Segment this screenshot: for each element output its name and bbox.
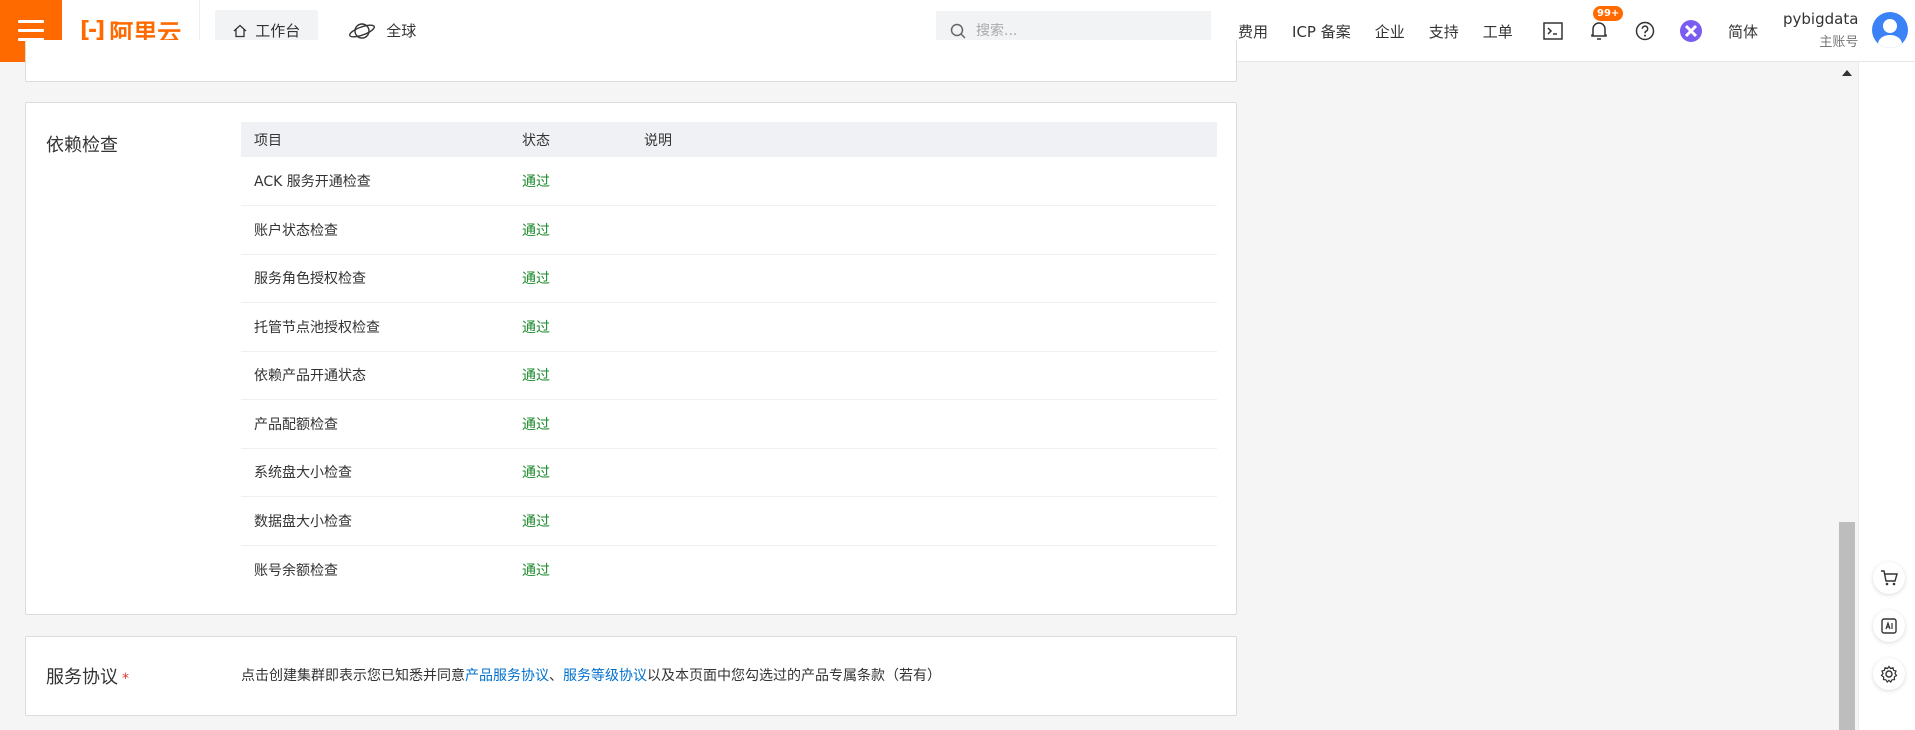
previous-section-panel [25, 40, 1237, 82]
table-row: 系统盘大小检查 通过 [241, 448, 1217, 497]
user-avatar-icon [1878, 19, 1902, 48]
column-header-status: 状态 [522, 132, 550, 149]
language-switch[interactable]: 简体 [1728, 21, 1758, 42]
row-note [631, 254, 1217, 303]
dependency-check-table: 项目 状态 说明 ACK 服务开通检查 通过 账户状态检查 通过 服务角色授权检查通… [241, 122, 1217, 594]
product-service-agreement-link[interactable]: 产品服务协议 [465, 668, 549, 684]
search-icon [950, 23, 966, 39]
nav-icp[interactable]: ICP 备案 [1292, 21, 1351, 42]
row-note [631, 302, 1217, 352]
row-note [631, 545, 1217, 594]
ai-assistant-icon[interactable] [1679, 19, 1703, 43]
table-row: ACK 服务开通检查 通过 [241, 157, 1217, 206]
row-item: 产品配额检查 [241, 399, 509, 449]
row-item: 服务角色授权检查 [241, 254, 509, 303]
service-level-agreement-link[interactable]: 服务等级协议 [563, 668, 647, 684]
row-item: 托管节点池授权检查 [241, 302, 509, 352]
nav-billing[interactable]: 费用 [1238, 21, 1268, 42]
row-note [631, 399, 1217, 449]
table-row: 数据盘大小检查 通过 [241, 496, 1217, 546]
cart-icon[interactable] [1873, 562, 1905, 594]
row-status: 通过 [509, 157, 631, 206]
row-status: 通过 [509, 205, 631, 255]
settings-gear-icon[interactable] [1873, 658, 1905, 690]
row-status: 通过 [509, 351, 631, 400]
row-status: 通过 [509, 399, 631, 449]
row-item: 依赖产品开通状态 [241, 351, 509, 400]
api-icon[interactable] [1873, 610, 1905, 642]
scrollbar-thumb[interactable] [1839, 522, 1855, 730]
account-name: pybigdata [1783, 10, 1859, 28]
planet-icon [349, 22, 376, 39]
row-item: 数据盘大小检查 [241, 496, 509, 546]
account-type: 主账号 [1819, 35, 1859, 50]
region-selector[interactable]: 全球 [348, 20, 416, 42]
help-icon[interactable] [1633, 19, 1657, 43]
required-mark: * [122, 671, 129, 687]
table-row: 托管节点池授权检查 通过 [241, 302, 1217, 352]
service-agreement-title: 服务协议 * [46, 667, 129, 688]
row-note [631, 496, 1217, 546]
avatar[interactable] [1872, 12, 1908, 48]
column-header-item: 项目 [254, 132, 282, 149]
nav-enterprise[interactable]: 企业 [1375, 21, 1405, 42]
row-status: 通过 [509, 254, 631, 303]
account-info[interactable]: pybigdata 主账号 [1783, 10, 1858, 50]
row-item: 账户状态检查 [241, 205, 509, 255]
dependency-check-title: 依赖检查 [46, 135, 118, 156]
table-row: 账号余额检查 通过 [241, 545, 1217, 594]
dependency-check-panel: 依赖检查 项目 状态 说明 ACK 服务开通检查 通过 账户状态检查 通过 服务角色… [25, 102, 1237, 615]
page-scrollbar[interactable] [1839, 62, 1855, 730]
table-row: 产品配额检查 通过 [241, 399, 1217, 449]
row-status: 通过 [522, 562, 550, 579]
nav-support[interactable]: 支持 [1429, 21, 1459, 42]
nav-ticket[interactable]: 工单 [1483, 21, 1513, 42]
row-status: 通过 [509, 496, 631, 546]
top-nav-links: 费用 ICP 备案 企业 支持 工单 [1238, 0, 1513, 62]
top-icons: 99+ [1541, 0, 1703, 62]
row-item: 账号余额检查 [254, 562, 338, 579]
row-note [631, 205, 1217, 255]
table-header-row: 项目 状态 说明 [241, 122, 1217, 157]
row-note [631, 448, 1217, 497]
right-tool-rail [1858, 62, 1915, 730]
table-row: 账户状态检查 通过 [241, 205, 1217, 255]
table-row: 服务角色授权检查 通过 [241, 254, 1217, 303]
search-input[interactable] [976, 23, 1196, 39]
row-note [631, 157, 1217, 206]
agreement-text: 点击创建集群即表示您已知悉并同意产品服务协议、服务等级协议以及本页面中您勾选过的… [241, 668, 941, 684]
row-item: ACK 服务开通检查 [241, 157, 509, 206]
home-icon [233, 24, 247, 37]
table-row: 依赖产品开通状态 通过 [241, 351, 1217, 400]
row-item: 系统盘大小检查 [241, 448, 509, 497]
row-status: 通过 [509, 302, 631, 352]
column-header-note: 说明 [644, 132, 672, 149]
notification-badge: 99+ [1593, 6, 1624, 21]
row-note [631, 351, 1217, 400]
service-agreement-panel: 服务协议 * 点击创建集群即表示您已知悉并同意产品服务协议、服务等级协议以及本页面… [25, 636, 1237, 716]
terminal-icon[interactable] [1541, 19, 1565, 43]
scroll-up-arrow-icon[interactable] [1842, 70, 1852, 76]
notification-bell-icon[interactable]: 99+ [1587, 6, 1624, 43]
row-status: 通过 [509, 448, 631, 497]
